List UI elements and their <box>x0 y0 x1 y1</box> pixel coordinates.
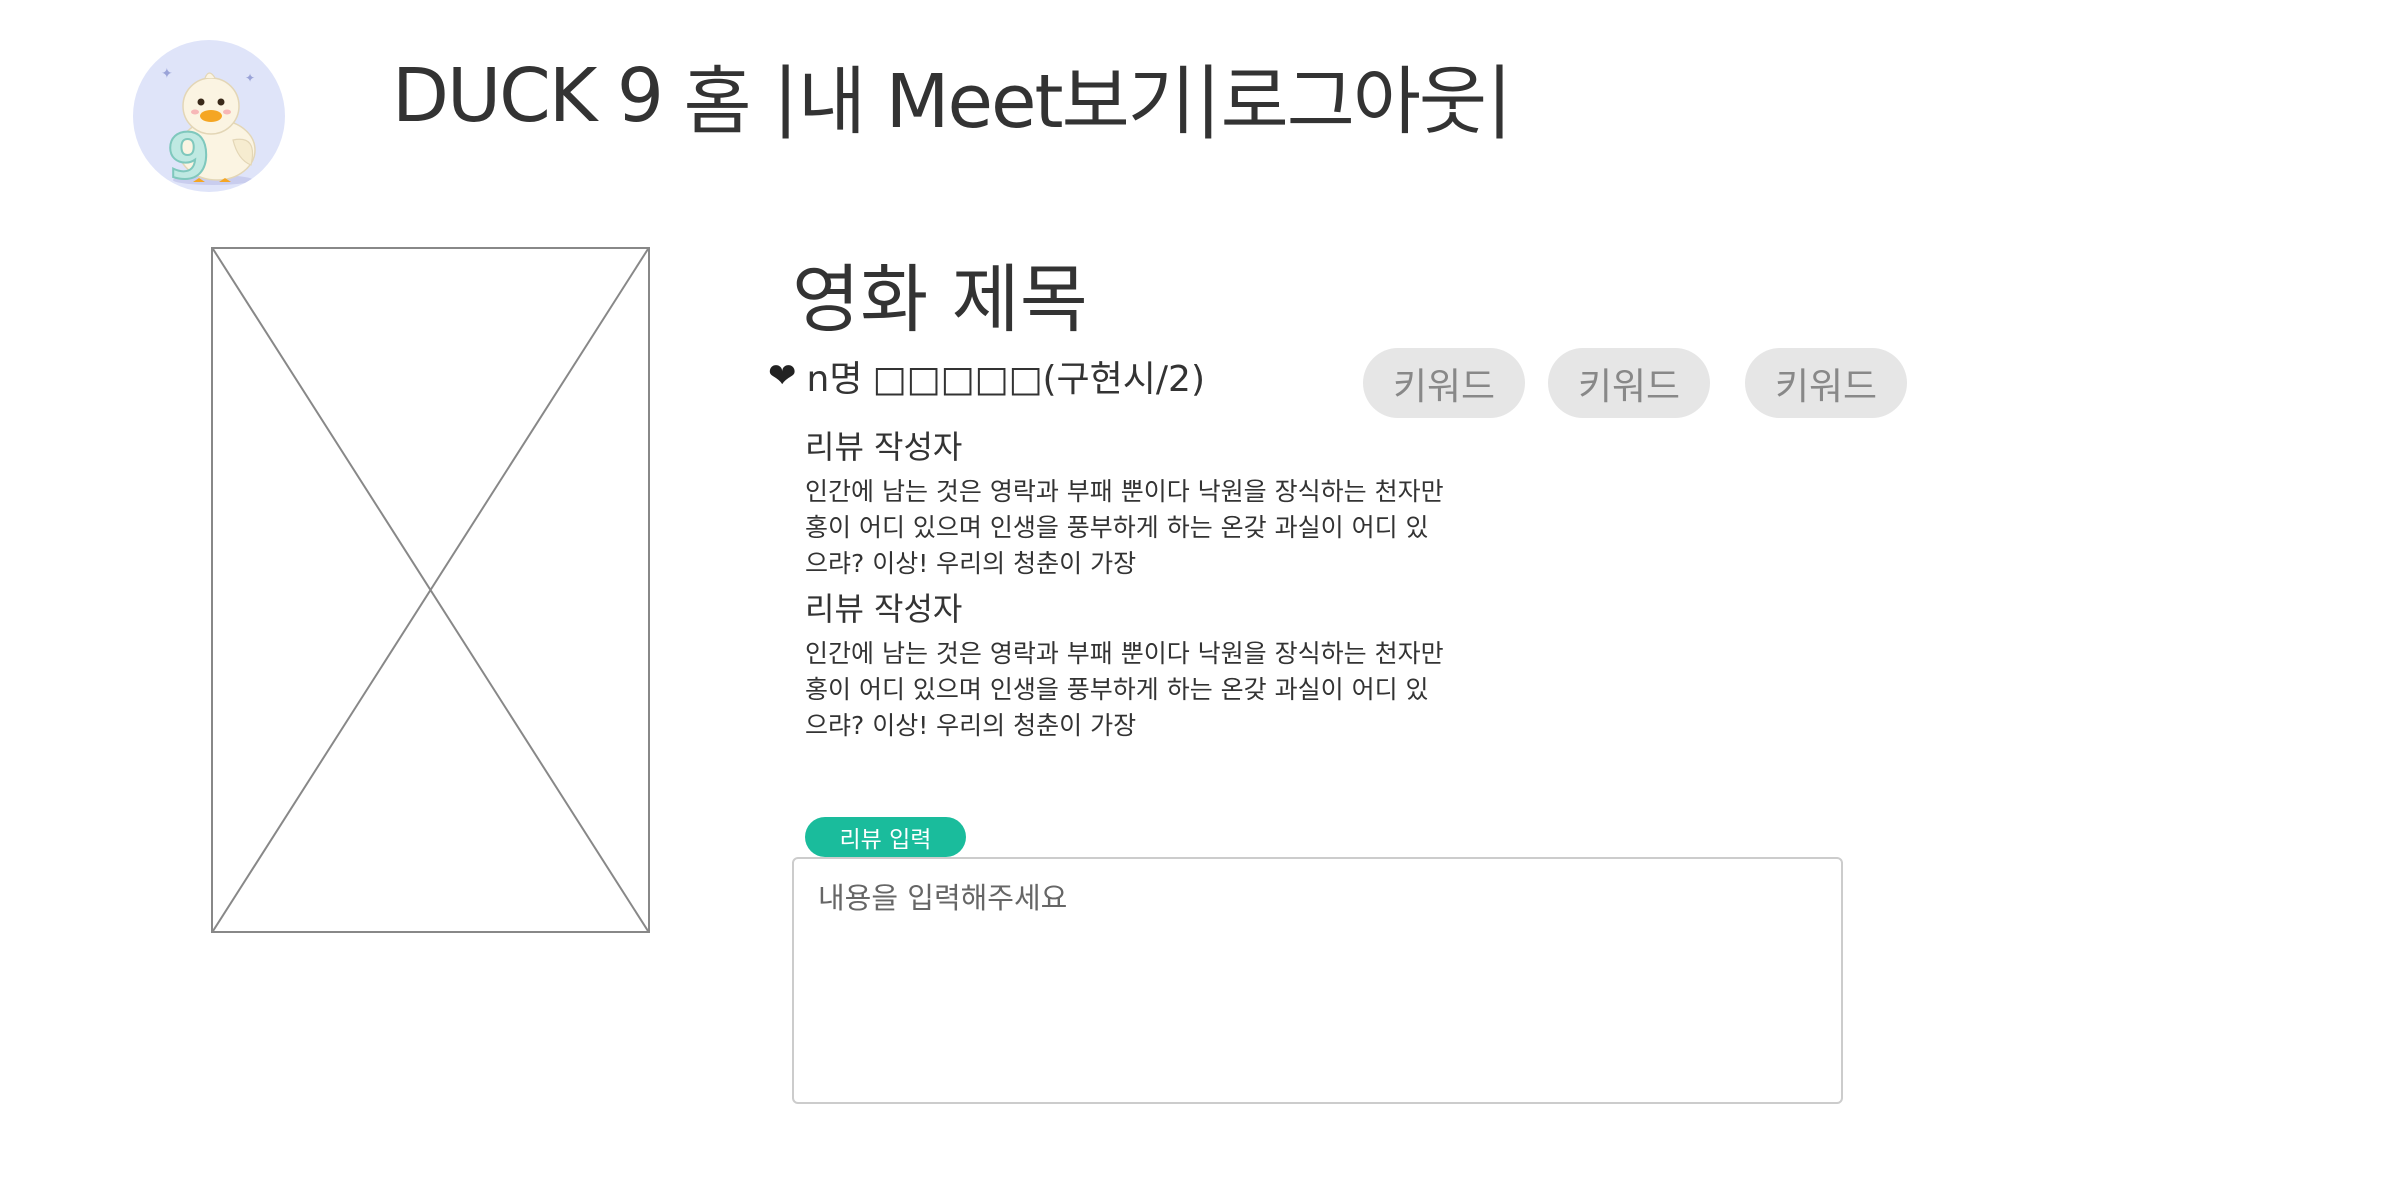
keyword-chip[interactable]: 키워드 <box>1548 348 1710 418</box>
likes-placeholder-text: □□□□□(구현시/2) <box>872 359 1205 400</box>
review-body: 인간에 남는 것은 영락과 부패 뿐이다 낙원을 장식하는 천자만홍이 어디 있… <box>805 477 1444 579</box>
review-input-label: 리뷰 입력 <box>805 817 966 857</box>
review-author: 리뷰 작성자 <box>805 590 963 628</box>
svg-text:9: 9 <box>167 120 210 192</box>
image-placeholder-icon <box>213 249 648 931</box>
svg-text:✦: ✦ <box>161 66 173 82</box>
review-body: 인간에 남는 것은 영락과 부패 뿐이다 낙원을 장식하는 천자만홍이 어디 있… <box>805 639 1444 741</box>
review-item: 리뷰 작성자 인간에 남는 것은 영락과 부패 뿐이다 낙원을 장식하는 천자만… <box>805 590 1445 744</box>
nav-separator: | <box>773 52 798 139</box>
movie-poster-placeholder <box>211 247 650 933</box>
svg-text:✦: ✦ <box>245 71 255 85</box>
movie-meta: ❤ n명 □□□□□(구현시/2) <box>768 350 1205 402</box>
nav-home-link[interactable]: 홈 <box>683 42 751 149</box>
review-author: 리뷰 작성자 <box>805 428 963 466</box>
brand-link[interactable]: DUCK 9 <box>392 53 664 139</box>
duck-logo-graphic: 9 ✦ ✦ <box>161 66 256 192</box>
nav-separator: | <box>1487 52 1512 139</box>
heart-icon[interactable]: ❤ <box>768 356 797 396</box>
review-input-field[interactable] <box>792 857 1843 1104</box>
review-item: 리뷰 작성자 인간에 남는 것은 영락과 부패 뿐이다 낙원을 장식하는 천자만… <box>805 428 1445 582</box>
nav-separator: | <box>1195 52 1221 139</box>
nav-logout-link[interactable]: 로그아웃 <box>1221 42 1487 149</box>
duck-logo-icon[interactable]: 9 ✦ ✦ <box>133 40 285 192</box>
keyword-chip[interactable]: 키워드 <box>1363 348 1525 418</box>
page: 9 ✦ ✦ DUCK 9 홈 | 내 Meet보기 | 로그아웃 | 영화 제목… <box>0 0 2400 1200</box>
keyword-chip[interactable]: 키워드 <box>1745 348 1907 418</box>
nav-my-meet-link[interactable]: 내 Meet보기 <box>798 42 1196 149</box>
top-nav: DUCK 9 홈 | 내 Meet보기 | 로그아웃 | <box>392 42 1512 149</box>
movie-title: 영화 제목 <box>792 257 1088 343</box>
likes-count: n명 <box>806 359 863 400</box>
